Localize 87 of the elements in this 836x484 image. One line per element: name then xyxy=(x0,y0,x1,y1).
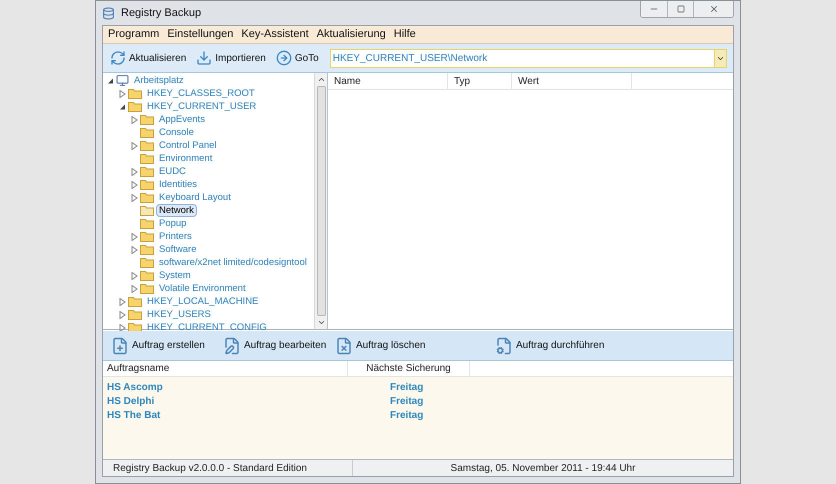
app-icon xyxy=(102,6,115,20)
menu-item[interactable]: Key-Assistent xyxy=(238,26,312,43)
table-cell-text: Freitag xyxy=(390,380,424,394)
close-button[interactable] xyxy=(693,1,733,17)
tree-item[interactable]: Volatile Environment xyxy=(156,282,249,295)
file-x-icon xyxy=(335,336,353,354)
tree-item[interactable]: Printers xyxy=(156,230,195,243)
status-text: Registry Backup v2.0.0.0 - Standard Edition xyxy=(103,460,353,476)
maximize-button[interactable] xyxy=(667,1,693,17)
tree-item[interactable]: Keyboard Layout xyxy=(156,191,234,204)
toolbar-button[interactable]: GoTo xyxy=(274,50,320,66)
tree-item[interactable]: HKEY_LOCAL_MACHINE xyxy=(144,295,262,308)
folder-icon xyxy=(128,296,142,307)
folder-icon xyxy=(140,114,154,125)
collapse-icon[interactable] xyxy=(107,76,114,84)
tree-item[interactable]: Identities xyxy=(156,178,200,191)
download-icon xyxy=(196,50,212,66)
table-cell-text: HS Ascomp xyxy=(106,380,164,394)
expand-icon[interactable] xyxy=(131,142,138,150)
column-header[interactable]: Name xyxy=(328,73,448,89)
column-header[interactable]: Auftragsname xyxy=(103,361,348,376)
refresh-icon xyxy=(110,50,126,66)
folder-icon xyxy=(140,218,154,229)
folder-icon xyxy=(140,192,154,203)
table-cell-text: HS The Bat xyxy=(106,408,162,422)
folder-icon xyxy=(128,322,142,333)
tree-item[interactable]: HKEY_CURRENT_CONFIG xyxy=(144,321,270,334)
menu-item[interactable]: Hilfe xyxy=(390,26,419,43)
file-cog-icon xyxy=(495,336,513,354)
path-input[interactable]: HKEY_CURRENT_USER\Network xyxy=(330,50,714,66)
folder-icon xyxy=(140,205,154,216)
column-header[interactable]: Nächste Sicherung xyxy=(348,361,470,376)
table-cell-text: Freitag xyxy=(390,394,424,408)
file-plus-icon xyxy=(111,336,129,354)
close-icon xyxy=(708,4,718,14)
table-cell-text: HS Delphi xyxy=(106,394,156,408)
expand-icon[interactable] xyxy=(119,90,126,98)
folder-icon xyxy=(128,101,142,112)
folder-icon xyxy=(140,270,154,281)
folder-icon xyxy=(140,231,154,242)
computer-icon xyxy=(116,74,129,87)
folder-icon xyxy=(140,153,154,164)
file-pen-icon xyxy=(223,336,241,354)
folder-icon xyxy=(140,166,154,177)
folder-icon xyxy=(128,88,142,99)
task-button[interactable]: Auftrag bearbeiten xyxy=(223,336,335,354)
arrow-right-icon xyxy=(276,50,292,66)
toolbar-button[interactable]: Importieren xyxy=(195,50,267,66)
window-title: Registry Backup xyxy=(121,6,202,21)
folder-icon xyxy=(140,257,154,268)
folder-icon xyxy=(140,179,154,190)
expand-icon[interactable] xyxy=(131,116,138,124)
tree-item[interactable]: System xyxy=(156,269,194,282)
folder-icon xyxy=(140,244,154,255)
arrow-up-icon[interactable] xyxy=(316,75,326,84)
column-header[interactable]: Wert xyxy=(512,73,632,89)
folder-icon xyxy=(140,140,154,151)
tree-item[interactable]: Software xyxy=(156,243,200,256)
menu-item[interactable]: Einstellungen xyxy=(164,26,236,43)
tree-item[interactable]: Console xyxy=(156,126,197,139)
task-button[interactable]: Auftrag löschen xyxy=(335,336,495,354)
task-button[interactable]: Auftrag durchführen xyxy=(495,336,635,354)
tree-item[interactable]: Environment xyxy=(156,152,216,165)
arrow-down-icon[interactable] xyxy=(316,318,326,327)
folder-icon xyxy=(140,127,154,138)
tree-item[interactable]: EUDC xyxy=(156,165,189,178)
folder-icon xyxy=(140,283,154,294)
tree-item[interactable]: software/x2net limited/codesigntool xyxy=(156,256,310,269)
tree-item[interactable]: HKEY_CLASSES_ROOT xyxy=(144,87,258,100)
toolbar-button[interactable]: Aktualisieren xyxy=(109,50,188,66)
path-field[interactable]: HKEY_CURRENT_USER\Network xyxy=(330,48,727,68)
tree-item[interactable]: Control Panel xyxy=(156,139,220,152)
menu-item[interactable]: Programm xyxy=(105,26,162,43)
menu-item[interactable]: Aktualisierung xyxy=(314,26,389,43)
tree-item[interactable]: HKEY_CURRENT_USER xyxy=(144,100,260,113)
collapse-icon[interactable] xyxy=(119,102,126,110)
tree-item[interactable]: HKEY_USERS xyxy=(144,308,214,321)
tree-item[interactable]: Popup xyxy=(156,217,190,230)
column-header[interactable]: Typ xyxy=(448,73,512,89)
status-text: Samstag, 05. November 2011 - 19:44 Uhr xyxy=(450,462,636,476)
tree-item[interactable]: AppEvents xyxy=(156,113,208,126)
tree-item[interactable]: Arbeitsplatz xyxy=(131,74,187,87)
tree-item[interactable]: Network xyxy=(156,204,197,217)
task-button[interactable]: Auftrag erstellen xyxy=(111,336,223,354)
folder-icon xyxy=(128,309,142,320)
maximize-icon xyxy=(676,5,684,13)
table-cell-text: Freitag xyxy=(390,408,424,422)
